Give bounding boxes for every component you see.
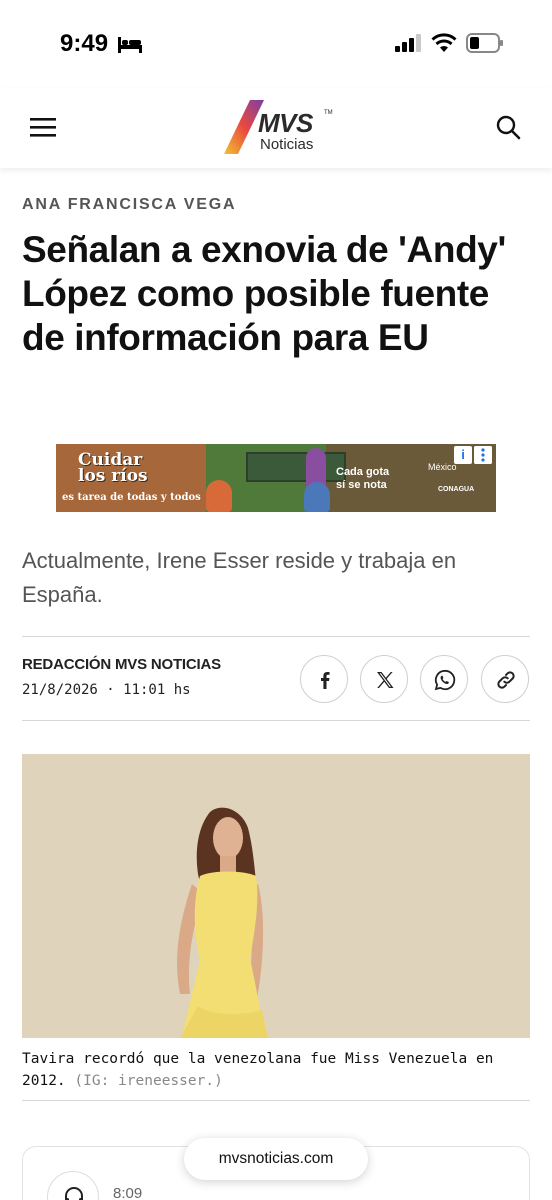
ad-title-line: los ríos [78,466,148,486]
article-photo[interactable] [22,754,530,1038]
share-facebook-button[interactable] [300,655,348,703]
mvs-noticias-logo[interactable]: MVS TM Noticias [220,98,340,158]
ad-slogan: Cada gota sí se nota [336,466,389,492]
facebook-icon [321,672,330,689]
ad-chalkboard-illustration [246,452,346,482]
headphones-icon [65,1187,83,1200]
publish-date: 21/8/2026 · 11:01 hs [22,682,191,698]
battery-icon [466,33,503,53]
ad-child-illustration [304,482,330,512]
share-x-button[interactable] [360,655,408,703]
ad-slogan-line: sí se nota [336,479,387,491]
article-summary: Actualmente, Irene Esser reside y trabaj… [22,548,457,607]
link-icon [497,671,515,689]
logo-wordmark: MVS [258,108,313,138]
ad-title: Cuidar los ríos [78,452,148,486]
status-time: 9:49 [60,30,109,57]
site-header: MVS TM Noticias [0,88,552,168]
logo-subtitle: Noticias [260,136,314,153]
author-tag[interactable]: ANA FRANCISCA VEGA [22,196,236,214]
woman-in-yellow-dress-illustration [22,754,530,1038]
sleep-mode-icon [118,37,142,53]
photo-caption: Tavira recordó que la venezolana fue Mis… [22,1048,530,1092]
ad-banner[interactable]: Cuidar los ríos es tarea de todas y todo… [56,444,496,512]
cellular-signal-icon [395,34,421,52]
wifi-icon [431,33,457,52]
hamburger-menu-icon[interactable] [28,114,58,140]
status-bar: 9:49 [0,0,552,90]
logo-trademark: TM [324,110,333,116]
ad-more-options-icon[interactable] [474,446,492,464]
ad-child-illustration [206,480,232,512]
divider [22,636,530,637]
listen-button[interactable] [47,1171,99,1200]
divider [22,1100,530,1101]
ad-agency-label: CONAGUA [438,486,475,493]
whatsapp-icon [434,669,456,691]
caption-credit: (IG: ireneesser.) [74,1073,223,1089]
share-copy-link-button[interactable] [481,655,529,703]
x-icon [377,672,394,688]
article-headline: Señalan a exnovia de 'Andy' López como p… [22,229,506,358]
search-icon[interactable] [494,113,522,141]
ad-slogan-line: Cada gota [336,466,390,478]
divider [22,720,530,721]
ad-government-label: México [428,462,457,472]
byline[interactable]: REDACCIÓN MVS NOTICIAS [22,656,221,673]
browser-url-bar[interactable]: mvsnoticias.com [184,1138,368,1180]
ad-subtitle: es tarea de todas y todos [62,492,201,503]
audio-duration: 8:09 [113,1185,143,1200]
share-whatsapp-button[interactable] [420,655,468,703]
ad-info-icon[interactable]: i [454,446,472,464]
